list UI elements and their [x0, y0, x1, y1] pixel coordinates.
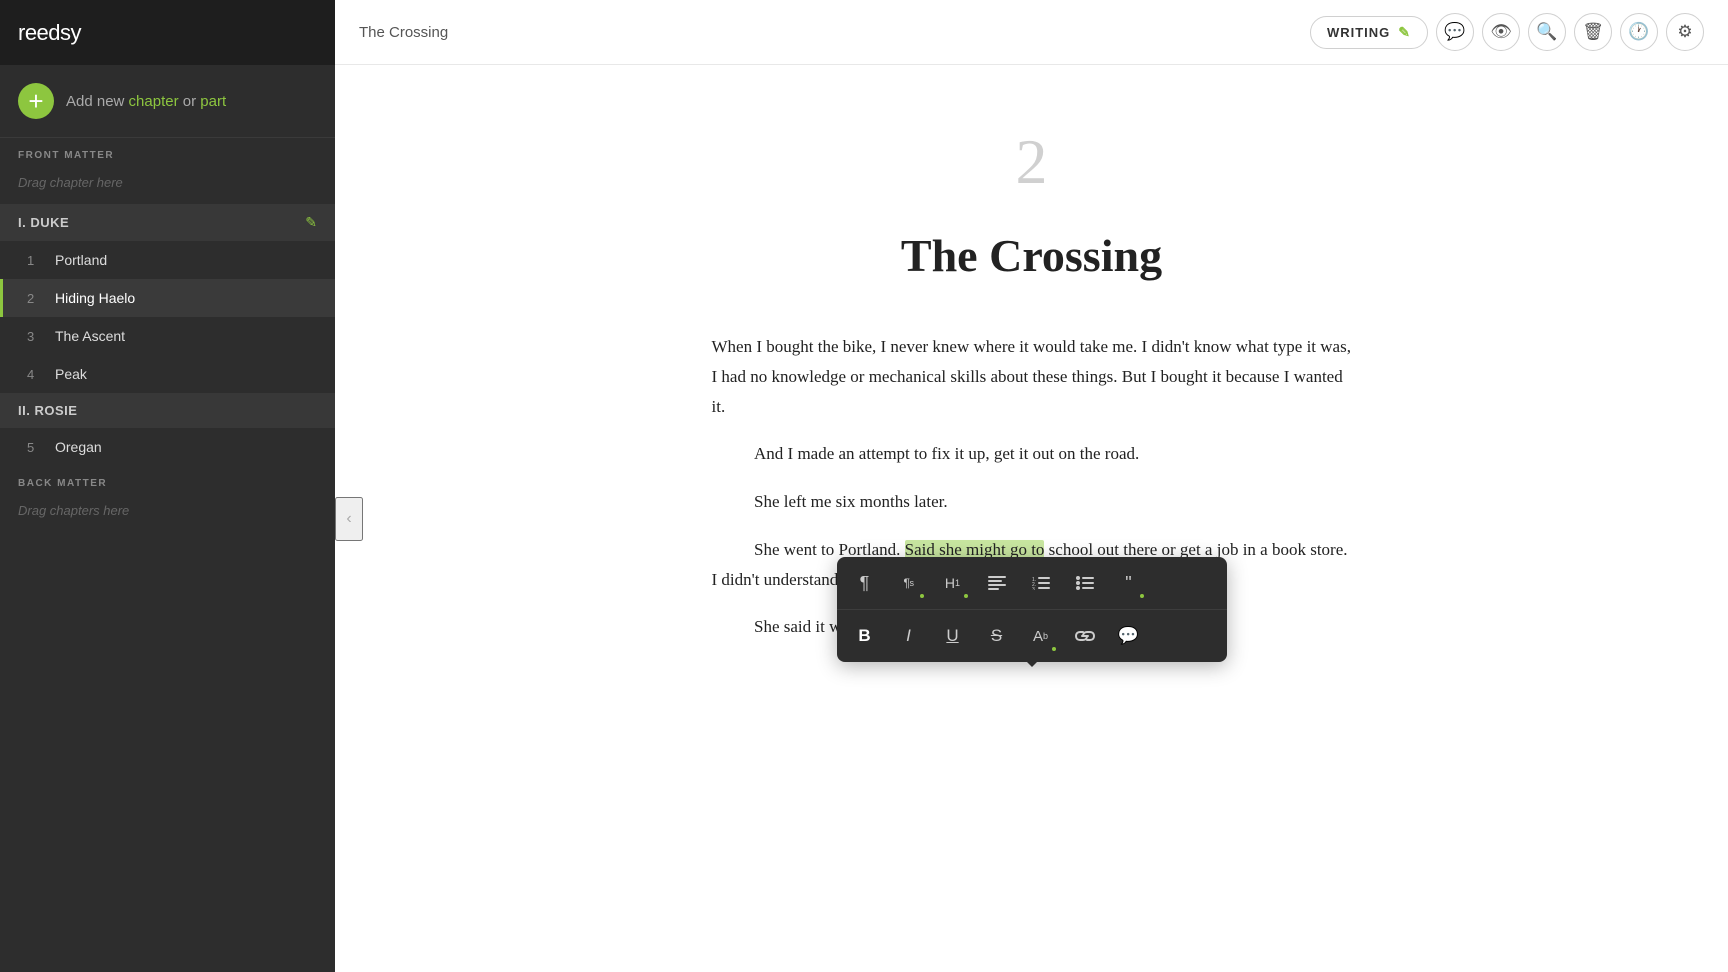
add-new-row: + Add new chapter or part: [0, 65, 335, 138]
toolbar-paragraph-sans-btn[interactable]: ¶s: [887, 561, 931, 605]
chapter-num-4: 4: [27, 367, 43, 382]
chapter-title-the-ascent: The Ascent: [55, 328, 125, 344]
add-new-button[interactable]: +: [18, 83, 54, 119]
toolbar-font-size-btn[interactable]: Ab: [1019, 614, 1063, 658]
delete-icon: 🗑: [1582, 22, 1604, 42]
highlighted-text: Said she might go to: [905, 540, 1045, 559]
part-duke-title: I. DUKE: [18, 215, 69, 230]
chapter-num-5: 5: [27, 440, 43, 455]
chapter-item-oregan[interactable]: 5 Oregan: [0, 428, 335, 466]
toolbar-heading-btn[interactable]: H1: [931, 561, 975, 605]
history-button[interactable]: 🕐: [1620, 13, 1658, 51]
delete-button[interactable]: 🗑: [1574, 13, 1612, 51]
toolbar-align-btn[interactable]: [975, 561, 1019, 605]
toolbar-underline-btn[interactable]: U: [931, 614, 975, 658]
chapter-title-oregan: Oregan: [55, 439, 102, 455]
document-area: ‹ 2 The Crossing When I bought the bike,…: [335, 65, 1728, 972]
logo: reedsy: [18, 20, 81, 46]
settings-icon: ⚙: [1677, 22, 1692, 42]
search-icon: 🔍: [1536, 22, 1557, 42]
settings-button[interactable]: ⚙: [1666, 13, 1704, 51]
chapter-num-2: 2: [27, 291, 43, 306]
format-toolbar: ¶ ¶s H1 1.: [837, 557, 1227, 662]
front-matter-header: FRONT MATTER: [0, 138, 335, 167]
toolbar-strikethrough-btn[interactable]: S: [975, 614, 1019, 658]
svg-text:3.: 3.: [1032, 587, 1036, 590]
writing-mode-button[interactable]: WRITING ✎: [1310, 16, 1428, 49]
chapter-number-display: 2: [712, 125, 1352, 199]
toolbar-paragraph-btn[interactable]: ¶: [843, 561, 887, 605]
toolbar-inline-comment-btn[interactable]: 💬: [1107, 614, 1151, 658]
history-icon: 🕐: [1628, 22, 1649, 42]
chapter-num-1: 1: [27, 253, 43, 268]
add-part-link[interactable]: part: [200, 93, 226, 110]
chapter-item-hiding-haelo[interactable]: 2 Hiding Haelo: [0, 279, 335, 317]
paragraph-1: When I bought the bike, I never knew whe…: [712, 332, 1352, 421]
paragraph-2: And I made an attempt to fix it up, get …: [712, 439, 1352, 469]
document-content: 2 The Crossing When I bought the bike, I…: [692, 125, 1372, 912]
writing-mode-label: WRITING: [1327, 25, 1390, 40]
part-duke-edit-icon[interactable]: ✎: [305, 214, 317, 231]
chapter-title-portland: Portland: [55, 252, 107, 268]
topbar-right: WRITING ✎ 💬 👁 🔍 🗑 🕐 ⚙: [1310, 13, 1704, 51]
toolbar-italic-btn[interactable]: I: [887, 614, 931, 658]
back-matter-header: BACK MATTER: [0, 466, 335, 495]
toolbar-bold-btn[interactable]: B: [843, 614, 887, 658]
topbar-chapter-title: The Crossing: [359, 24, 448, 41]
part-rosie-title: II. ROSIE: [18, 403, 77, 418]
chapter-title-hiding-haelo: Hiding Haelo: [55, 290, 135, 306]
comment-icon: 💬: [1444, 22, 1465, 42]
main-content: The Crossing WRITING ✎ 💬 👁 🔍 🗑 🕐 ⚙: [335, 0, 1728, 972]
chapter-num-3: 3: [27, 329, 43, 344]
preview-icon: 👁: [1490, 22, 1512, 42]
chapter-item-portland[interactable]: 1 Portland: [0, 241, 335, 279]
part-duke-header[interactable]: I. DUKE ✎: [0, 204, 335, 241]
paragraph-3: She left me six months later.: [712, 487, 1352, 517]
toolbar-row-2: B I U S Ab 💬: [837, 610, 1227, 662]
search-button[interactable]: 🔍: [1528, 13, 1566, 51]
chapter-item-peak[interactable]: 4 Peak: [0, 355, 335, 393]
chapter-title-peak: Peak: [55, 366, 87, 382]
topbar: The Crossing WRITING ✎ 💬 👁 🔍 🗑 🕐 ⚙: [335, 0, 1728, 65]
sidebar-collapse-button[interactable]: ‹: [335, 497, 363, 541]
sidebar: reedsy + Add new chapter or part FRONT M…: [0, 0, 335, 972]
chapter-item-the-ascent[interactable]: 3 The Ascent: [0, 317, 335, 355]
part-rosie-header[interactable]: II. ROSIE: [0, 393, 335, 428]
sidebar-header: reedsy: [0, 0, 335, 65]
front-matter-drag-placeholder: Drag chapter here: [0, 167, 335, 204]
chapter-title-display: The Crossing: [712, 229, 1352, 282]
back-matter-drag-placeholder: Drag chapters here: [0, 495, 335, 532]
toolbar-ordered-list-btn[interactable]: 1. 2. 3.: [1019, 561, 1063, 605]
add-new-text: Add new chapter or part: [66, 93, 226, 110]
toolbar-quote-btn[interactable]: ": [1107, 561, 1151, 605]
preview-button[interactable]: 👁: [1482, 13, 1520, 51]
add-chapter-link[interactable]: chapter: [129, 93, 179, 110]
toolbar-bullet-list-btn[interactable]: [1063, 561, 1107, 605]
comment-button[interactable]: 💬: [1436, 13, 1474, 51]
writing-edit-icon: ✎: [1398, 24, 1411, 41]
toolbar-row-1: ¶ ¶s H1 1.: [837, 557, 1227, 610]
toolbar-link-btn[interactable]: [1063, 614, 1107, 658]
